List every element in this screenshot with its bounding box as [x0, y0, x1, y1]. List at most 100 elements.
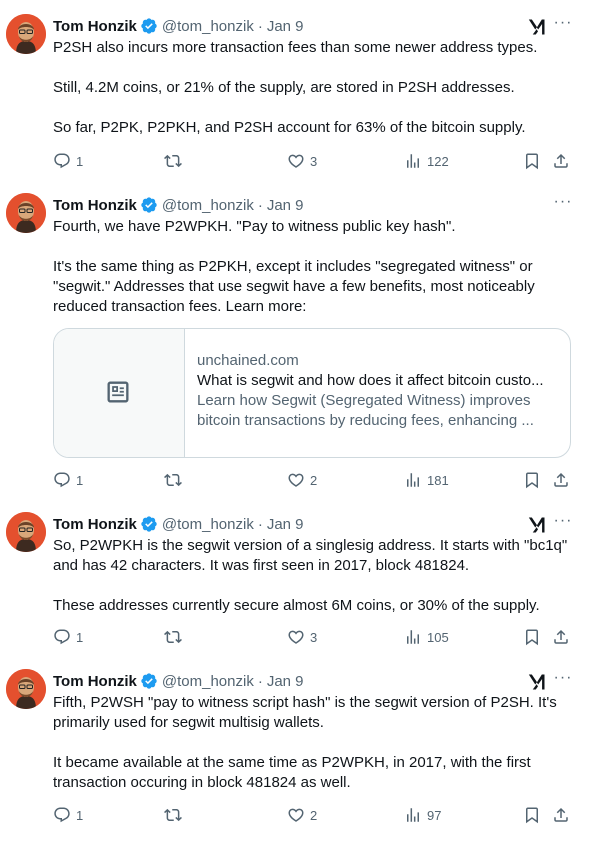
tweet-date[interactable]: Jan 9	[267, 197, 304, 214]
reply-button[interactable]: 1	[53, 151, 83, 171]
action-bar: 1 3 122	[53, 151, 573, 171]
likes-count: 3	[310, 629, 318, 645]
views-button[interactable]: 97	[404, 805, 441, 825]
tweet-text: Fourth, we have P2WPKH. "Pay to witness …	[53, 217, 583, 317]
bookmark-button[interactable]	[523, 151, 541, 171]
tweet-text: P2SH also incurs more transaction fees t…	[53, 38, 583, 138]
tweet-paragraph: P2SH also incurs more transaction fees t…	[53, 39, 538, 56]
share-button[interactable]	[552, 151, 570, 171]
like-icon	[287, 152, 305, 170]
tweet[interactable]: Tom Honzik @tom_honzik · Jan 9 ··· P2SH also …	[0, 0, 597, 180]
like-icon	[287, 628, 305, 646]
avatar[interactable]	[6, 193, 46, 233]
share-button[interactable]	[552, 627, 570, 647]
like-icon	[287, 806, 305, 824]
more-options-icon[interactable]: ···	[553, 194, 573, 215]
bookmark-button[interactable]	[523, 627, 541, 647]
bookmark-button[interactable]	[523, 470, 541, 490]
author-name[interactable]: Tom Honzik	[53, 18, 137, 35]
separator-dot: ·	[257, 515, 263, 533]
verified-badge-icon[interactable]	[140, 515, 158, 533]
likes-count: 2	[310, 472, 318, 488]
repost-button[interactable]	[164, 151, 187, 171]
tweet-paragraph: Still, 4.2M coins, or 21% of the supply,…	[53, 79, 515, 96]
replies-count: 1	[76, 153, 84, 169]
reply-button[interactable]: 1	[53, 470, 83, 490]
author-handle[interactable]: @tom_honzik	[162, 197, 254, 214]
reply-button[interactable]: 1	[53, 627, 83, 647]
more-options-icon[interactable]: ···	[553, 670, 573, 691]
views-button[interactable]: 122	[404, 151, 449, 171]
share-icon	[552, 628, 570, 646]
views-button[interactable]: 105	[404, 627, 449, 647]
avatar[interactable]	[6, 669, 46, 709]
author-name[interactable]: Tom Honzik	[53, 516, 137, 533]
views-icon	[404, 806, 422, 824]
repost-button[interactable]	[164, 627, 187, 647]
link-preview-card[interactable]: unchained.com What is segwit and how does…	[53, 328, 571, 458]
author-name[interactable]: Tom Honzik	[53, 197, 137, 214]
likes-count: 3	[310, 153, 318, 169]
share-button[interactable]	[552, 470, 570, 490]
repost-button[interactable]	[164, 805, 187, 825]
tweet-header: Tom Honzik @tom_honzik · Jan 9	[53, 16, 304, 36]
tweet-date[interactable]: Jan 9	[267, 673, 304, 690]
replies-count: 1	[76, 807, 84, 823]
views-button[interactable]: 181	[404, 470, 449, 490]
like-button[interactable]: 2	[287, 470, 317, 490]
repost-button[interactable]	[164, 470, 187, 490]
share-button[interactable]	[552, 805, 570, 825]
author-handle[interactable]: @tom_honzik	[162, 673, 254, 690]
grok-icon[interactable]	[527, 515, 547, 535]
tweet-date[interactable]: Jan 9	[267, 516, 304, 533]
author-name[interactable]: Tom Honzik	[53, 673, 137, 690]
tweet-paragraph: It became available at the same time as …	[53, 754, 531, 791]
views-count: 97	[427, 807, 442, 823]
like-button[interactable]: 3	[287, 627, 317, 647]
tweet-paragraph: So, P2WPKH is the segwit version of a si…	[53, 537, 568, 574]
tweet[interactable]: Tom Honzik @tom_honzik · Jan 9 ··· So, P2WPKH…	[0, 498, 597, 678]
author-handle[interactable]: @tom_honzik	[162, 516, 254, 533]
grok-icon[interactable]	[527, 672, 547, 692]
replies-count: 1	[76, 472, 84, 488]
tweet-date[interactable]: Jan 9	[267, 18, 304, 35]
share-icon	[552, 806, 570, 824]
tweet-paragraph: So far, P2PK, P2PKH, and P2SH account fo…	[53, 119, 526, 136]
author-handle[interactable]: @tom_honzik	[162, 18, 254, 35]
tweet-header: Tom Honzik @tom_honzik · Jan 9	[53, 671, 304, 691]
bookmark-icon	[523, 628, 541, 646]
tweet[interactable]: Tom Honzik @tom_honzik · Jan 9 ··· Fifth, P2W…	[0, 655, 597, 835]
more-options-icon[interactable]: ···	[553, 15, 573, 36]
action-bar: 1 2 97	[53, 805, 573, 825]
action-bar: 1 3 105	[53, 627, 573, 647]
bookmark-icon	[523, 806, 541, 824]
link-preview-body: unchained.com What is segwit and how does…	[197, 351, 557, 431]
link-description: Learn how Segwit (Segregated Witness) im…	[197, 392, 534, 429]
like-button[interactable]: 2	[287, 805, 317, 825]
repost-icon	[164, 806, 182, 824]
bookmark-button[interactable]	[523, 805, 541, 825]
article-icon	[104, 378, 132, 406]
avatar[interactable]	[6, 512, 46, 552]
separator-dot: ·	[257, 17, 263, 35]
separator-dot: ·	[257, 672, 263, 690]
more-options-icon[interactable]: ···	[553, 513, 573, 534]
views-count: 105	[427, 629, 449, 645]
tweet-paragraph: Fifth, P2WSH "pay to witness script hash…	[53, 694, 557, 731]
share-icon	[552, 152, 570, 170]
verified-badge-icon[interactable]	[140, 196, 158, 214]
grok-icon[interactable]	[527, 17, 547, 37]
tweet-paragraph: These addresses currently secure almost …	[53, 597, 540, 614]
reply-icon	[53, 152, 71, 170]
tweet-header: Tom Honzik @tom_honzik · Jan 9	[53, 195, 304, 215]
like-button[interactable]: 3	[287, 151, 317, 171]
reply-button[interactable]: 1	[53, 805, 83, 825]
repost-icon	[164, 471, 182, 489]
reply-icon	[53, 806, 71, 824]
avatar[interactable]	[6, 14, 46, 54]
tweet-text: So, P2WPKH is the segwit version of a si…	[53, 536, 583, 616]
tweet[interactable]: Tom Honzik @tom_honzik · Jan 9 ··· Fourth, we…	[0, 179, 597, 359]
verified-badge-icon[interactable]	[140, 17, 158, 35]
link-thumbnail	[54, 329, 185, 457]
verified-badge-icon[interactable]	[140, 672, 158, 690]
